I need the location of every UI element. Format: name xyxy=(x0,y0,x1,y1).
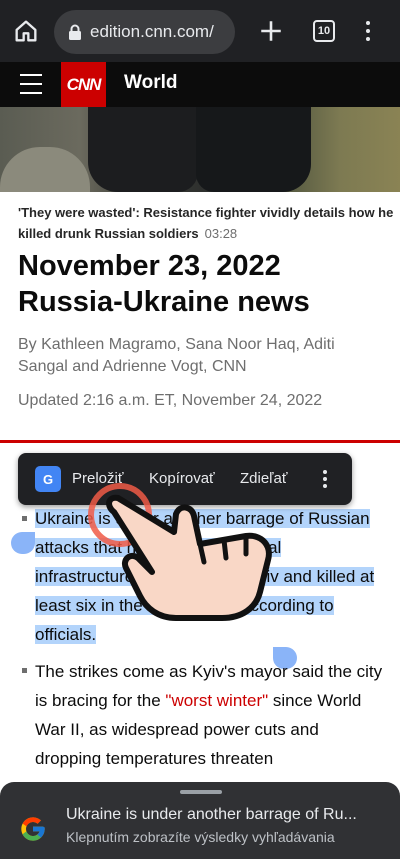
logo-text: CNN xyxy=(66,74,102,94)
search-hint: Klepnutím zobrazíte výsledky vyhľadávani… xyxy=(66,829,335,845)
headline-line-2: Russia-Ukraine news xyxy=(18,286,310,318)
bullet-marker xyxy=(22,668,27,673)
site-header xyxy=(0,62,400,107)
search-query-title: Ukraine is under another barrage of Ru..… xyxy=(66,806,357,823)
address-bar[interactable]: edition.cnn.com/ xyxy=(54,10,235,54)
sheet-drag-handle[interactable] xyxy=(180,790,222,794)
new-tab-icon[interactable] xyxy=(258,18,284,44)
tab-switcher-button[interactable]: 10 xyxy=(313,20,335,42)
byline: By Kathleen Magramo, Sana Noor Haq, Adit… xyxy=(18,336,335,375)
copy-button[interactable]: Kopírovať xyxy=(149,470,215,487)
bullet-marker xyxy=(22,516,27,521)
lock-icon xyxy=(68,24,82,40)
video-caption[interactable]: 'They were wasted': Resistance fighter v… xyxy=(18,202,398,244)
worst-winter-link[interactable]: "worst winter" xyxy=(165,691,268,710)
google-translate-icon[interactable]: G xyxy=(35,466,61,492)
pointing-hand-icon xyxy=(106,494,272,621)
cnn-logo[interactable]: CNN xyxy=(61,62,106,107)
tab-count: 10 xyxy=(317,25,331,37)
browser-menu-icon[interactable] xyxy=(360,18,376,44)
google-search-sheet[interactable]: Ukraine is under another barrage of Ru..… xyxy=(0,782,400,859)
page-title: November 23, 2022 Russia-Ukraine news xyxy=(18,248,388,320)
updated-timestamp: Updated 2:16 a.m. ET, November 24, 2022 xyxy=(18,392,323,409)
article-bullet-2: The strikes come as Kyiv's mayor said th… xyxy=(35,657,385,773)
divider xyxy=(0,440,400,443)
url-text: edition.cnn.com/ xyxy=(90,22,214,41)
browser-toolbar: edition.cnn.com/ 10 xyxy=(0,0,400,62)
hero-video-thumbnail[interactable] xyxy=(0,107,400,192)
hamburger-menu-icon[interactable] xyxy=(20,74,42,94)
selection-handle-start[interactable] xyxy=(11,532,35,554)
share-button[interactable]: Zdieľať xyxy=(240,470,288,487)
home-icon[interactable] xyxy=(12,17,40,45)
headline-line-1: November 23, 2022 xyxy=(18,250,281,282)
google-logo-icon xyxy=(21,817,45,841)
more-options-icon[interactable] xyxy=(321,468,329,490)
video-duration: 03:28 xyxy=(204,226,238,241)
selected-text-start: Ukrain xyxy=(35,509,85,528)
section-title[interactable]: World xyxy=(124,72,177,94)
